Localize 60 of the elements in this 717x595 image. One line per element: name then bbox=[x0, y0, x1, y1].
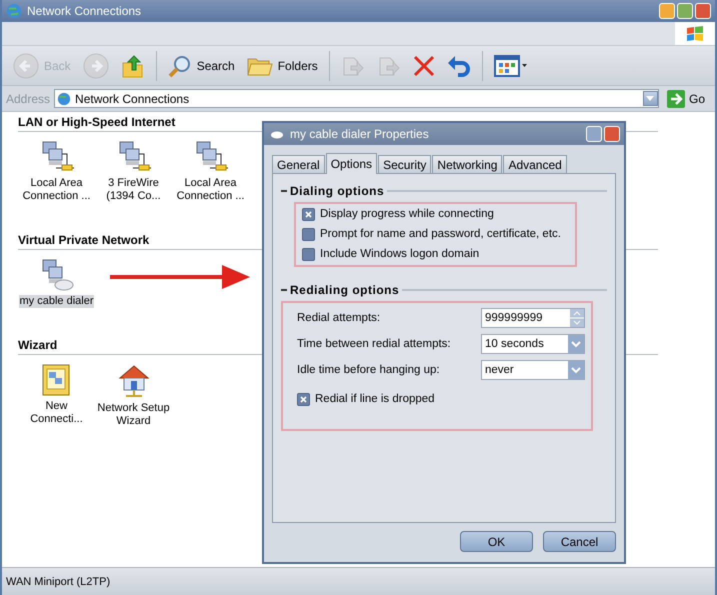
checkbox[interactable] bbox=[297, 392, 310, 406]
maximize-button[interactable] bbox=[677, 3, 693, 19]
delete-icon bbox=[412, 54, 435, 76]
search-icon bbox=[168, 54, 192, 78]
field-label: Time between redial attempts: bbox=[297, 338, 451, 350]
group-heading: Wizard bbox=[18, 338, 58, 352]
connection-label[interactable]: Local Area Connection ... bbox=[22, 177, 92, 203]
tab[interactable]: Security bbox=[378, 155, 432, 173]
dropdown[interactable]: 10 seconds bbox=[481, 334, 585, 354]
folder-up-icon bbox=[120, 52, 145, 78]
section-heading: Dialing options bbox=[290, 184, 384, 198]
views-icon bbox=[494, 54, 528, 76]
help-button[interactable] bbox=[586, 126, 602, 142]
close-button[interactable] bbox=[695, 3, 711, 19]
checkbox-label: Include Windows logon domain bbox=[320, 248, 480, 260]
go-button[interactable]: Go bbox=[662, 90, 711, 108]
close-button[interactable] bbox=[604, 126, 620, 142]
dialog-title: my cable dialer Properties bbox=[290, 127, 429, 141]
checkbox-label: Prompt for name and password, certificate, etc. bbox=[320, 228, 561, 240]
address-field[interactable]: Network Connections bbox=[54, 89, 659, 108]
wizard-book-icon bbox=[40, 363, 72, 397]
search-button[interactable]: Search bbox=[164, 52, 238, 80]
dialup-computers-icon bbox=[40, 258, 74, 292]
dropdown[interactable]: never bbox=[481, 360, 585, 380]
flag-logo-icon bbox=[686, 26, 704, 42]
folders-button[interactable]: Folders bbox=[244, 52, 321, 78]
connection-label[interactable]: 3 FireWire (1394 Co... bbox=[105, 177, 162, 203]
status-text: WAN Miniport (L2TP) bbox=[6, 576, 110, 588]
minimize-button[interactable] bbox=[659, 3, 675, 19]
connection-label[interactable]: New Connecti... bbox=[29, 400, 84, 426]
connection-label[interactable]: Network Setup Wizard bbox=[96, 402, 171, 428]
connection-label[interactable]: my cable dialer bbox=[18, 295, 94, 308]
cross-mark-icon bbox=[300, 396, 307, 402]
connection-label[interactable]: Local Area Connection ... bbox=[176, 177, 246, 203]
globe-icon bbox=[57, 92, 72, 106]
group-heading: Virtual Private Network bbox=[18, 233, 150, 247]
globe-icon bbox=[6, 3, 22, 19]
cross-mark-icon bbox=[305, 210, 312, 218]
section-heading: Redialing options bbox=[290, 283, 400, 297]
field-label: Idle time before hanging up: bbox=[297, 364, 440, 376]
dialog-button[interactable]: Cancel bbox=[543, 531, 616, 552]
checkbox[interactable] bbox=[302, 228, 315, 240]
checkbox[interactable] bbox=[302, 248, 315, 260]
checkbox-label: Redial if line is dropped bbox=[315, 393, 435, 405]
checkbox-label: Display progress while connecting bbox=[320, 208, 494, 220]
tab[interactable]: Options bbox=[326, 153, 378, 174]
window-title: Network Connections bbox=[27, 4, 142, 18]
house-icon bbox=[116, 363, 150, 399]
address-label: Address bbox=[6, 92, 50, 106]
dialog-button[interactable]: OK bbox=[460, 531, 533, 552]
tab[interactable]: Advanced bbox=[503, 155, 567, 173]
go-arrow-icon bbox=[666, 90, 685, 108]
tab[interactable]: General bbox=[272, 155, 325, 173]
checkbox[interactable] bbox=[302, 208, 315, 220]
field-label: Redial attempts: bbox=[297, 312, 380, 324]
cloud-icon bbox=[270, 129, 284, 139]
group-heading: LAN or High-Speed Internet bbox=[18, 115, 176, 129]
undo-icon bbox=[446, 54, 471, 76]
tab[interactable]: Networking bbox=[432, 155, 502, 173]
spin-field[interactable]: 999999999 bbox=[481, 308, 585, 328]
